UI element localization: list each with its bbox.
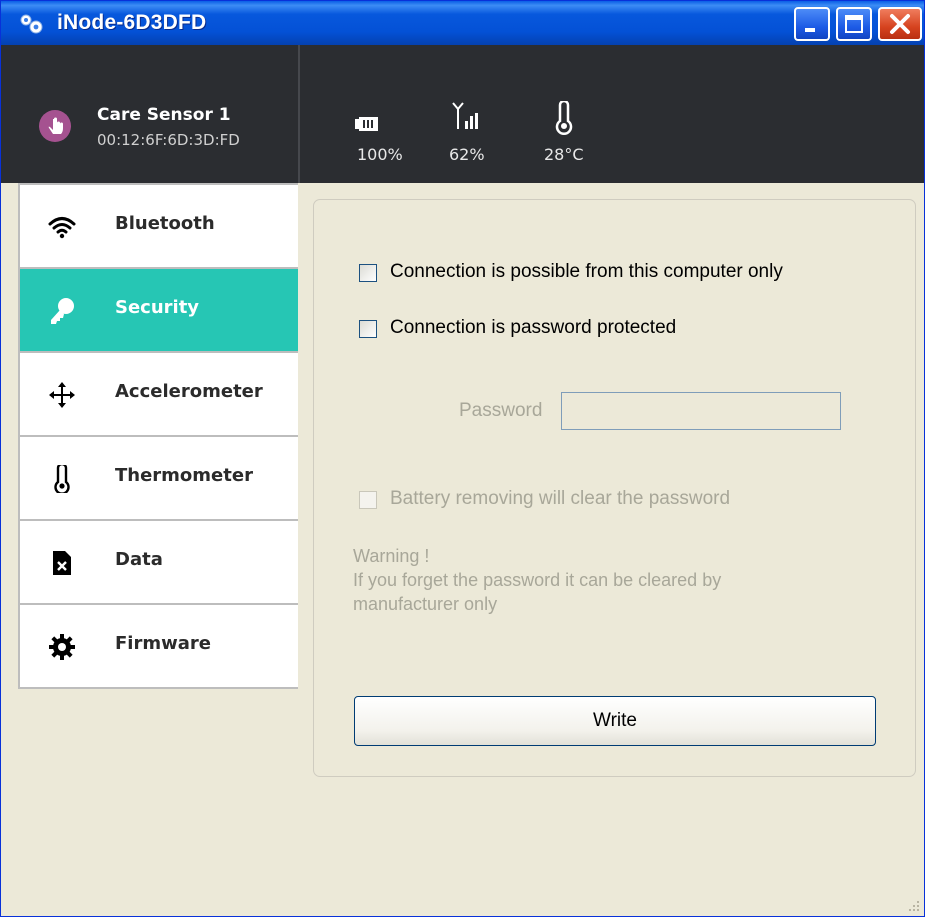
minimize-button[interactable] [794,7,830,41]
thermometer-icon [555,101,573,135]
gears-icon [20,14,43,34]
device-mac: 00:12:6F:6D:3D:FD [97,131,240,149]
sidebar-item-security[interactable]: Security [20,269,298,351]
device-header: Care Sensor 1 00:12:6F:6D:3D:FD 100% 62%… [1,45,924,183]
maximize-button[interactable] [836,7,872,41]
title-bar[interactable]: iNode-6D3DFD [1,1,924,45]
security-panel: Connection is possible from this compute… [313,199,916,777]
battery-value: 100% [357,145,403,164]
device-avatar[interactable] [39,110,71,142]
password-label: Password [459,400,543,421]
sidebar-item-label: Bluetooth [115,213,215,234]
sidebar-item-firmware[interactable]: Firmware [20,605,298,687]
key-icon [51,298,74,324]
battery-clear-checkbox[interactable] [359,491,377,509]
close-button[interactable] [878,7,922,41]
close-icon [890,14,910,34]
warning-title: Warning ! [353,546,430,566]
sidebar-item-label: Security [115,297,200,318]
device-name: Care Sensor 1 [97,105,231,125]
sidebar-item-accelerometer[interactable]: Accelerometer [20,353,298,435]
move-arrows-icon [49,382,75,408]
password-protected-checkbox[interactable] [359,320,377,338]
warning-text: If you forget the password it can be cle… [353,570,722,590]
password-protected-label[interactable]: Connection is password protected [390,317,676,339]
resize-grip-icon[interactable] [907,899,921,913]
sidebar-item-thermometer[interactable]: Thermometer [20,437,298,519]
sidebar-item-label: Thermometer [115,465,253,486]
sidebar-item-bluetooth[interactable]: Bluetooth [20,185,298,267]
sidebar-item-label: Firmware [115,633,211,654]
maximize-icon [845,15,863,33]
file-x-icon [53,551,71,575]
password-field[interactable] [561,392,841,430]
signal-icon [452,102,478,129]
wifi-icon [48,217,76,239]
write-button[interactable]: Write [354,696,876,746]
battery-icon [355,117,378,131]
battery-clear-label[interactable]: Battery removing will clear the password [390,488,730,510]
touch-hand-icon [48,117,63,134]
temperature-value: 28°C [544,145,584,164]
sidebar-item-label: Data [115,549,163,570]
signal-value: 62% [449,145,485,164]
sidebar-item-data[interactable]: Data [20,521,298,603]
thermometer-icon [54,465,70,493]
sidebar-item-label: Accelerometer [115,381,263,402]
header-divider [298,45,300,183]
window-title: iNode-6D3DFD [57,11,207,34]
warning-text-cont: manufacturer only [353,594,498,614]
gear-icon [49,634,75,660]
computer-only-label[interactable]: Connection is possible from this compute… [390,261,783,283]
computer-only-checkbox[interactable] [359,264,377,282]
minimize-icon [805,28,815,32]
app-window: iNode-6D3DFD Care Sensor 1 00:12:6F:6D:3… [0,0,925,917]
sidebar: Bluetooth Security Accelerometer Thermom… [18,183,298,689]
